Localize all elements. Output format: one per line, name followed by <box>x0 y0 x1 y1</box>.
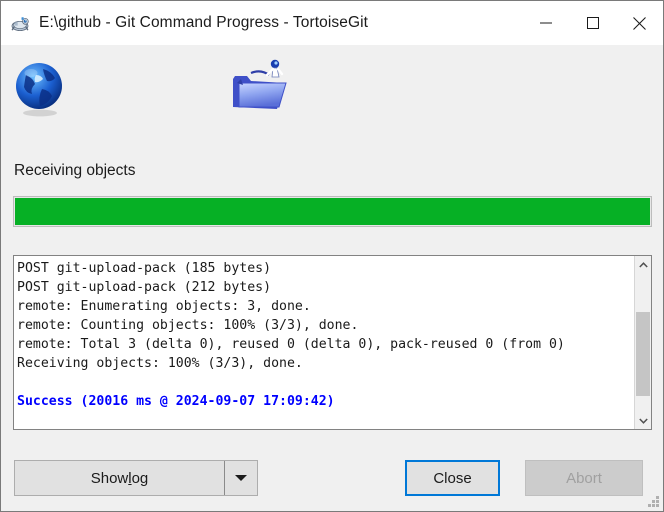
abort-button: Abort <box>525 460 643 496</box>
caption-button-group <box>522 1 663 45</box>
command-output-log[interactable]: POST git-upload-pack (185 bytes) POST git… <box>13 255 652 430</box>
log-line: remote: Total 3 (delta 0), reused 0 (del… <box>17 337 565 352</box>
show-log-dropdown-button[interactable] <box>224 461 257 495</box>
scrollbar-up-button[interactable] <box>635 256 651 273</box>
caret-down-icon <box>235 475 247 481</box>
dialog-client-area: Receiving objects POST git-upload-pack (… <box>1 45 663 511</box>
close-button[interactable] <box>616 1 663 45</box>
minimize-button[interactable] <box>522 1 569 45</box>
show-log-button[interactable]: Show l og <box>14 460 258 496</box>
show-log-label-part2: og <box>131 469 149 487</box>
progress-bar-fill <box>15 198 650 225</box>
maximize-button[interactable] <box>569 1 616 45</box>
folder-transfer-icon <box>229 57 293 117</box>
log-line-success: Success (20016 ms @ 2024-09-07 17:09:42) <box>17 394 335 409</box>
show-log-label-part1: Show <box>90 469 129 487</box>
log-line: Receiving objects: 100% (3/3), done. <box>17 356 303 371</box>
progress-status-label: Receiving objects <box>14 162 136 179</box>
log-text-content: POST git-upload-pack (185 bytes) POST git… <box>14 256 634 429</box>
show-log-label[interactable]: Show l og <box>15 461 224 495</box>
log-line: remote: Enumerating objects: 3, done. <box>17 299 311 314</box>
title-bar: E:\github - Git Command Progress - Torto… <box>1 1 663 45</box>
progress-bar <box>13 196 652 227</box>
resize-grip-icon[interactable] <box>647 495 660 508</box>
window-title: E:\github - Git Command Progress - Torto… <box>39 14 369 31</box>
git-command-progress-window: E:\github - Git Command Progress - Torto… <box>0 0 664 512</box>
log-line: POST git-upload-pack (185 bytes) <box>17 261 272 276</box>
scrollbar-down-button[interactable] <box>635 412 651 429</box>
tortoisegit-turtle-icon <box>10 13 30 33</box>
log-line: POST git-upload-pack (212 bytes) <box>17 280 272 295</box>
log-line: remote: Counting objects: 100% (3/3), do… <box>17 318 359 333</box>
globe-icon <box>12 61 68 119</box>
scrollbar-thumb[interactable] <box>636 312 650 396</box>
close-dialog-button[interactable]: Close <box>405 460 500 496</box>
log-vertical-scrollbar[interactable] <box>634 256 651 429</box>
